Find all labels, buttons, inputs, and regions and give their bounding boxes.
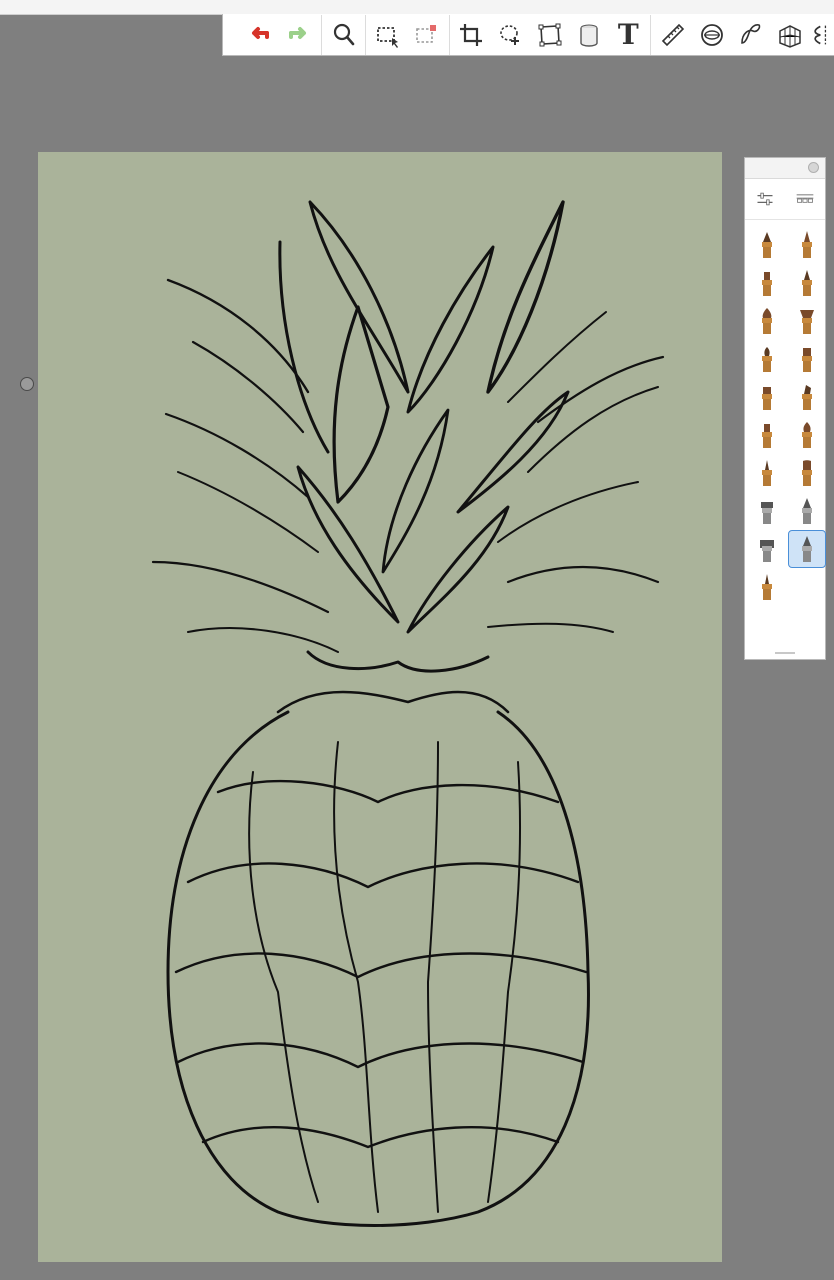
canvas-side-handle[interactable] [20,377,34,391]
brush-pencil-hard[interactable] [788,226,826,264]
flat-brush-icon [802,348,812,372]
undo-icon [252,26,269,39]
grid-view-icon [796,194,814,203]
symmetry-icon [814,25,827,44]
ruler-button[interactable] [653,14,692,56]
perspective-button[interactable] [771,14,810,56]
symmetry-button[interactable] [810,14,834,56]
brush-chisel-brush[interactable] [748,378,786,416]
zoom-icon [333,23,354,45]
airbrush-icon [762,347,772,372]
eraser-icon [760,540,774,562]
brush-fountain-pen[interactable] [788,530,826,568]
brush-palette-titlebar[interactable] [745,158,825,179]
brush-flat-brush[interactable] [788,340,826,378]
felt-pen-icon [802,270,812,296]
pineapple-drawing [151,200,665,1227]
main-toolbar: T [222,14,834,56]
drawing-canvas[interactable] [38,152,722,1262]
brush-smudge[interactable] [788,378,826,416]
soft-brush-icon [802,460,812,486]
brush-airbrush[interactable] [748,340,786,378]
brush-palette [744,157,826,660]
selection-button[interactable] [368,14,407,56]
selection-icon [376,26,398,48]
pencil-hard-icon [802,231,812,258]
pen-nib-icon [802,498,812,524]
ellipse-guide-button[interactable] [692,14,731,56]
smudge-icon [802,385,812,410]
brush-paint-brush[interactable] [748,302,786,340]
brush-graphite-pencil[interactable] [748,568,786,606]
redo-icon [289,26,306,39]
toolbar-divider [365,14,367,55]
ruler-icon [661,23,684,46]
toolbar-divider [649,14,651,55]
french-curve-icon [741,23,761,44]
french-curve-button[interactable] [731,14,770,56]
palette-resize-grip[interactable] [775,652,795,654]
brush-fan-brush[interactable] [788,302,826,340]
transform-selection-icon [416,24,437,43]
fan-brush-icon [800,310,814,334]
toolbar-divider [321,14,322,55]
sliders-icon [757,192,773,206]
brush-pencil[interactable] [748,226,786,264]
perspective-icon [779,24,802,48]
paint-roller-icon [761,502,773,524]
brush-ink-pen[interactable] [748,454,786,492]
zoom-button[interactable] [324,14,363,56]
text-icon: T [617,18,639,51]
brush-settings-button[interactable] [753,187,777,211]
brush-grid [745,220,826,606]
graphite-pencil-icon [762,574,772,600]
crop-icon [460,23,483,46]
chisel-brush-icon [762,387,772,410]
brush-watercolor[interactable] [748,416,786,454]
pencil-icon [762,232,772,258]
redo-button[interactable] [279,14,319,56]
crop-button[interactable] [452,14,491,56]
brush-marker[interactable] [748,264,786,302]
fill-bucket-icon [580,24,598,47]
paint-brush-icon [762,308,772,334]
brush-felt-pen[interactable] [788,264,826,302]
distort-icon [538,23,562,46]
text-button[interactable]: T [609,14,648,56]
lasso-button[interactable] [491,14,530,56]
brush-paint-roller[interactable] [748,492,786,530]
fountain-pen-icon [802,536,812,562]
watercolor-icon [762,424,772,448]
ink-pen-icon [762,460,772,486]
undo-button[interactable] [239,14,279,56]
transform-selection-button[interactable] [407,14,446,56]
brush-pen-nib[interactable] [788,492,826,530]
brush-palette-header [745,179,825,220]
toolbar-divider [448,14,450,55]
brush-library-button[interactable] [793,187,817,211]
brush-eraser[interactable] [748,530,786,568]
marker-icon [762,272,772,296]
brush-blender[interactable] [788,416,826,454]
close-icon[interactable] [808,162,819,173]
brush-soft-brush[interactable] [788,454,826,492]
lasso-icon [499,24,519,45]
blender-icon [802,422,812,448]
fill-button[interactable] [569,14,608,56]
distort-button[interactable] [530,14,569,56]
ellipse-guide-icon [700,23,723,46]
